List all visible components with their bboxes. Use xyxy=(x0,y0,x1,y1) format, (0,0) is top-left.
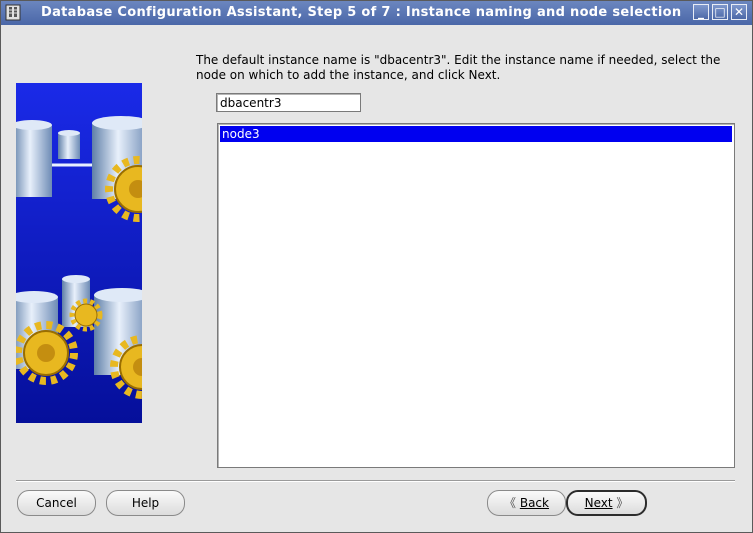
back-button[interactable]: 《 Back xyxy=(487,490,566,516)
minimize-button[interactable]: _ xyxy=(693,4,709,20)
node-list[interactable]: node3 xyxy=(217,123,735,468)
dbca-window: Database Configuration Assistant, Step 5… xyxy=(0,0,753,533)
maximize-button[interactable]: □ xyxy=(712,4,728,20)
back-arrow-icon: 《 xyxy=(504,496,517,510)
maximize-icon: □ xyxy=(714,5,726,19)
node-list-item-selected[interactable]: node3 xyxy=(220,126,732,142)
cancel-button-label: Cancel xyxy=(36,496,77,510)
cancel-button[interactable]: Cancel xyxy=(17,490,96,516)
help-button[interactable]: Help xyxy=(106,490,185,516)
help-button-label: Help xyxy=(131,496,160,510)
minimize-icon: _ xyxy=(698,5,704,19)
instance-name-input[interactable] xyxy=(216,93,361,112)
button-separator xyxy=(16,480,735,482)
window-title: Database Configuration Assistant, Step 5… xyxy=(41,5,682,20)
next-arrow-icon: 》 xyxy=(616,496,629,510)
close-icon: ✕ xyxy=(733,5,745,19)
instructions-text: The default instance name is "dbacentr3"… xyxy=(196,53,721,82)
title-bar[interactable]: Database Configuration Assistant, Step 5… xyxy=(1,1,752,25)
close-button[interactable]: ✕ xyxy=(731,4,747,20)
database-cluster-illustration xyxy=(16,83,142,423)
next-button-label: Next xyxy=(584,496,613,510)
next-button[interactable]: Next 》 xyxy=(566,490,647,516)
database-app-icon[interactable] xyxy=(5,4,21,21)
back-button-label: Back xyxy=(519,496,549,510)
